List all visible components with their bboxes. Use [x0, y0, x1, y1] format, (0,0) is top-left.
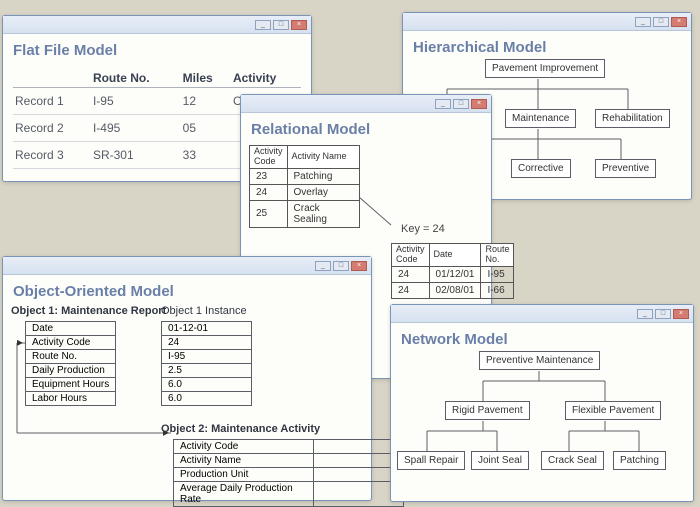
object1-values: 01-12-01 24 I-95 2.5 6.0 6.0: [161, 321, 252, 406]
close-button[interactable]: ×: [671, 17, 687, 27]
node-root: Preventive Maintenance: [479, 351, 600, 370]
object2-fields: Activity Code Activity Name Production U…: [173, 439, 404, 507]
close-button[interactable]: ×: [673, 309, 689, 319]
min-button[interactable]: _: [635, 17, 651, 27]
node-leaf: Joint Seal: [471, 451, 529, 470]
object1-instance-label: Object 1 Instance: [161, 305, 247, 317]
object1-fields: Date Activity Code Route No. Daily Produ…: [25, 321, 116, 406]
window-title: Network Model: [401, 331, 683, 348]
min-button[interactable]: _: [255, 20, 271, 30]
table-row: 23Patching: [250, 168, 360, 184]
node-leaf: Corrective: [511, 159, 571, 178]
window-network: _ □ × Network Model Preventive Maintenan…: [390, 304, 694, 502]
node-leaf: Preventive: [595, 159, 656, 178]
min-button[interactable]: _: [315, 261, 331, 271]
node-mid: Maintenance: [505, 109, 576, 128]
titlebar: _ □ ×: [391, 305, 693, 323]
window-title: Flat File Model: [13, 42, 301, 59]
table-row: 25Crack Sealing: [250, 200, 360, 227]
close-button[interactable]: ×: [351, 261, 367, 271]
object2-label: Object 2: Maintenance Activity: [161, 423, 320, 435]
table-row: 2402/08/01I-66: [392, 282, 514, 298]
max-button[interactable]: □: [273, 20, 289, 30]
node-leaf: Crack Seal: [541, 451, 604, 470]
titlebar: _ □ ×: [241, 95, 491, 113]
node-mid: Rigid Pavement: [445, 401, 530, 420]
max-button[interactable]: □: [333, 261, 349, 271]
window-title: Object-Oriented Model: [13, 283, 361, 300]
min-button[interactable]: _: [435, 99, 451, 109]
window-object-oriented: _ □ × Object-Oriented Model Object 1: Ma…: [2, 256, 372, 501]
max-button[interactable]: □: [453, 99, 469, 109]
close-button[interactable]: ×: [471, 99, 487, 109]
node-mid: Rehabilitation: [595, 109, 670, 128]
window-title: Hierarchical Model: [413, 39, 681, 56]
max-button[interactable]: □: [653, 17, 669, 27]
relational-table-1: Activity CodeActivity Name 23Patching 24…: [249, 145, 360, 228]
node-leaf: Spall Repair: [397, 451, 465, 470]
min-button[interactable]: _: [637, 309, 653, 319]
arrow-head-icon: ▸: [163, 425, 169, 439]
titlebar: _ □ ×: [3, 16, 311, 34]
key-label: Key = 24: [401, 223, 445, 235]
titlebar: _ □ ×: [403, 13, 691, 31]
object1-label: Object 1: Maintenance Report: [11, 305, 166, 317]
relational-table-2: Activity CodeDateRoute No. 2401/12/01I-9…: [391, 243, 514, 299]
table-row: 24Overlay: [250, 184, 360, 200]
node-root: Pavement Improvement: [485, 59, 605, 78]
table-row: 2401/12/01I-95: [392, 266, 514, 282]
window-title: Relational Model: [251, 121, 481, 138]
titlebar: _ □ ×: [3, 257, 371, 275]
node-leaf: Patching: [613, 451, 666, 470]
node-mid: Flexible Pavement: [565, 401, 661, 420]
max-button[interactable]: □: [655, 309, 671, 319]
close-button[interactable]: ×: [291, 20, 307, 30]
arrow-head-icon: ▸: [17, 335, 23, 349]
